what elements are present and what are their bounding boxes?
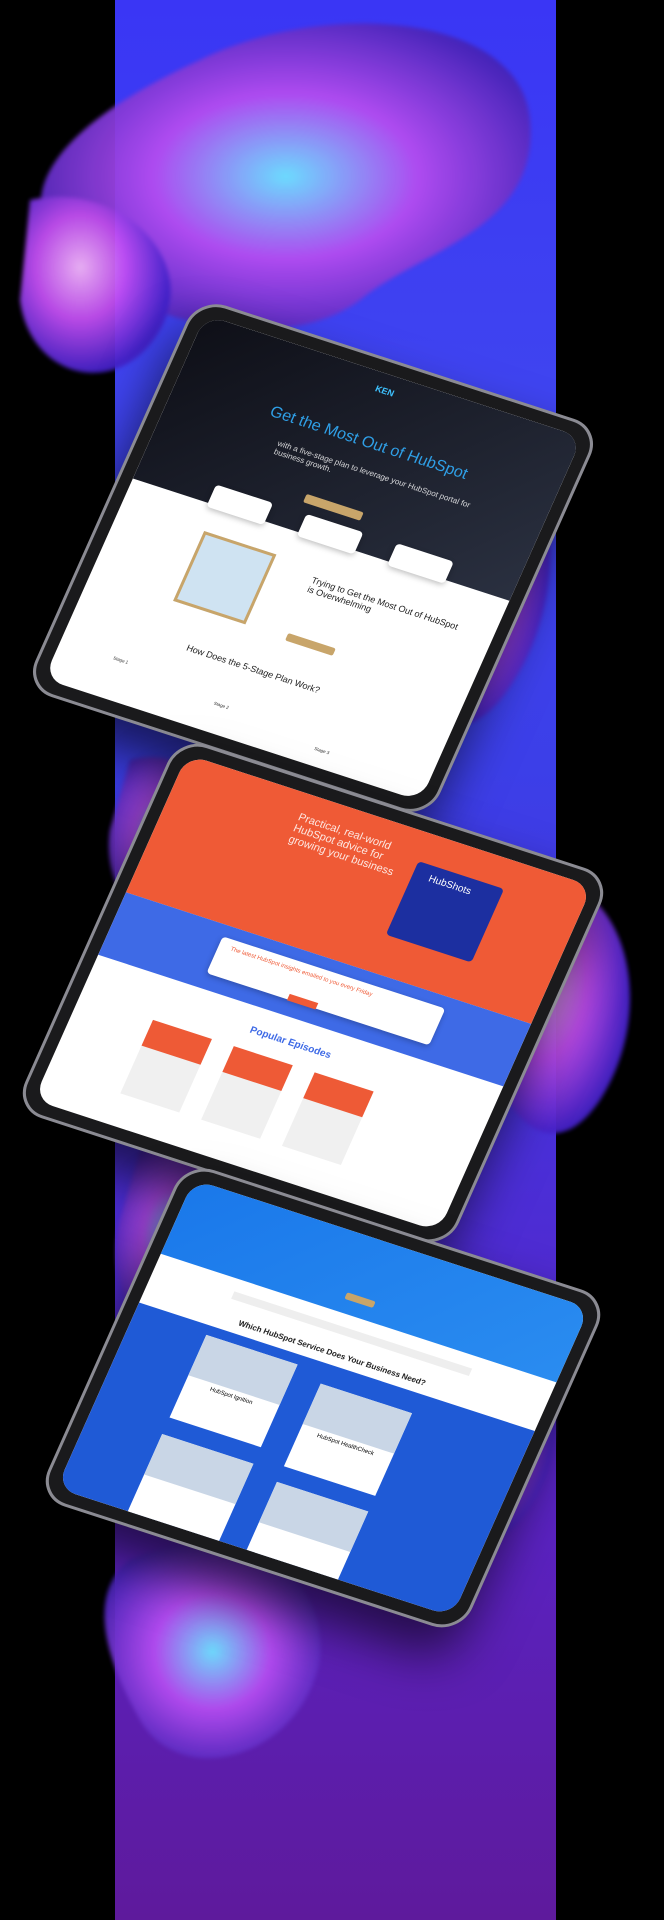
person-photo (173, 530, 277, 625)
episode-card-1[interactable] (119, 1019, 212, 1113)
section-title: How Does the 5-Stage Plan Work? (184, 642, 322, 695)
stage-3-label: Stage 3 (313, 746, 331, 756)
episode-card-2[interactable] (200, 1046, 293, 1139)
headline-cta-button[interactable] (284, 633, 336, 656)
stage-1-label: Stage 1 (112, 655, 130, 666)
headline: Trying to Get the Most Out of HubSpot is… (305, 574, 460, 632)
episode-card-3[interactable] (281, 1072, 374, 1166)
stage-2-label: Stage 2 (212, 700, 230, 711)
